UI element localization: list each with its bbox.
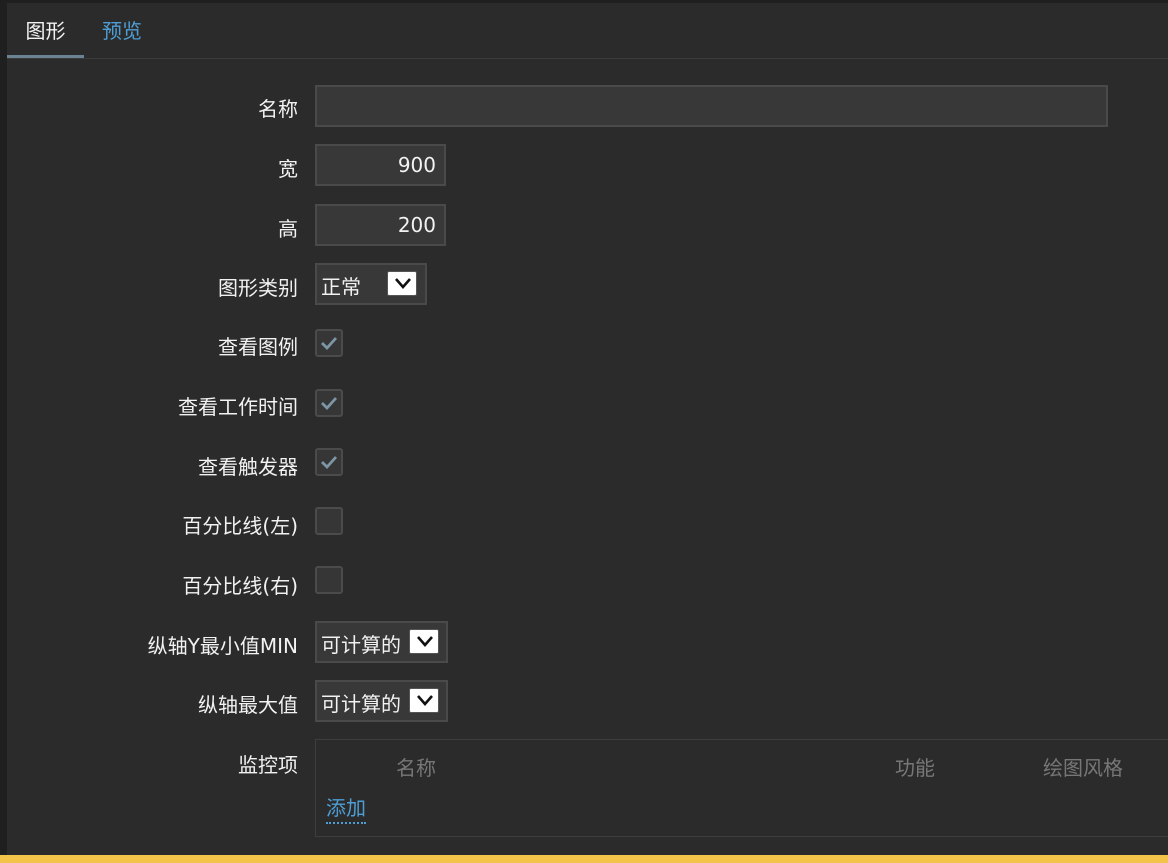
add-item-link[interactable]: 添加 <box>326 792 366 824</box>
show-working-time-label: 查看工作时间 <box>178 395 298 419</box>
y-max-select[interactable]: 可计算的 <box>315 680 448 722</box>
y-max-label: 纵轴最大值 <box>198 693 298 717</box>
chevron-down-icon[interactable] <box>387 271 417 296</box>
show-legend-checkbox[interactable] <box>315 329 343 357</box>
show-working-time-checkbox[interactable] <box>315 389 343 417</box>
width-input[interactable] <box>315 144 446 186</box>
items-table: 名称 功能 绘图风格 添加 <box>315 739 1168 837</box>
checkmark-icon <box>321 397 338 411</box>
checkmark-icon <box>321 456 338 470</box>
chevron-down-icon[interactable] <box>409 688 439 713</box>
name-label: 名称 <box>258 97 298 121</box>
tab-bar: 图形 预览 <box>7 3 1168 59</box>
column-header-draw-style: 绘图风格 <box>1043 756 1123 780</box>
items-label: 监控项 <box>238 753 298 777</box>
width-label: 宽 <box>278 157 298 181</box>
percentile-right-checkbox[interactable] <box>315 566 343 594</box>
y-max-value: 可计算的 <box>321 692 401 716</box>
percentile-left-label: 百分比线(左) <box>182 514 298 538</box>
tab-preview[interactable]: 预览 <box>94 3 150 58</box>
height-label: 高 <box>278 217 298 241</box>
checkmark-icon <box>321 337 338 351</box>
bottom-status-bar <box>0 855 1168 863</box>
column-header-name: 名称 <box>396 756 436 780</box>
window-left-border <box>0 0 7 855</box>
graph-type-label: 图形类别 <box>218 276 298 300</box>
y-min-value: 可计算的 <box>321 633 401 657</box>
show-triggers-label: 查看触发器 <box>198 455 298 479</box>
name-input[interactable] <box>315 85 1108 127</box>
show-triggers-checkbox[interactable] <box>315 448 343 476</box>
chevron-down-icon[interactable] <box>409 629 439 654</box>
percentile-left-checkbox[interactable] <box>315 507 343 535</box>
show-legend-label: 查看图例 <box>218 335 298 359</box>
column-header-function: 功能 <box>895 756 935 780</box>
graph-type-value: 正常 <box>321 275 361 299</box>
height-input[interactable] <box>315 204 446 246</box>
y-min-label: 纵轴Y最小值MIN <box>147 634 298 658</box>
percentile-right-label: 百分比线(右) <box>182 574 298 598</box>
y-min-select[interactable]: 可计算的 <box>315 621 448 663</box>
graph-type-select[interactable]: 正常 <box>315 263 427 305</box>
tab-graph[interactable]: 图形 <box>7 3 84 58</box>
